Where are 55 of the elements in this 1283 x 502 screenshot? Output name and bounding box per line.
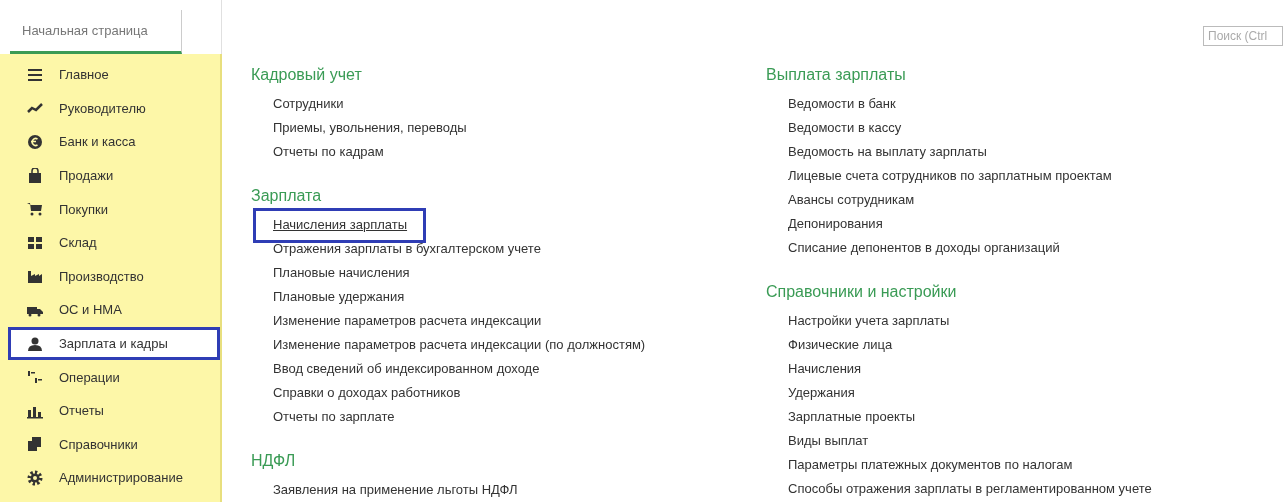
factory-icon [27,268,43,285]
section-heading: Зарплата [251,186,322,206]
menu-link[interactable]: Способы отражения зарплаты в регламентированном учете [788,477,1152,501]
menu-icon [27,66,43,83]
menu-link[interactable]: Ведомости в банк [788,92,896,116]
menu-link[interactable]: Плановые удержания [273,285,405,309]
menu-link[interactable]: Ввод сведений об индексированном доходе [273,357,540,381]
person-icon [27,335,43,352]
sidebar-item[interactable]: Справочники [8,427,212,462]
menu-link[interactable]: Физические лица [788,333,893,357]
sidebar-item[interactable]: Зарплата и кадры [8,326,220,361]
section-heading: НДФЛ [251,451,296,471]
menu-link[interactable]: Приемы, увольнения, переводы [273,116,467,140]
menu-link[interactable]: Виды выплат [788,429,869,453]
menu-link[interactable]: Ведомости в кассу [788,116,902,140]
section-heading: Кадровый учет [251,65,362,85]
menu-link[interactable]: Изменение параметров расчета индексации [273,309,542,333]
menu-link[interactable]: Ведомость на выплату зарплаты [788,140,987,164]
menu-link[interactable]: Отчеты по кадрам [273,140,384,164]
menu-link[interactable]: Начисления [788,357,862,381]
cart-icon [27,201,43,218]
menu-link[interactable]: Заявления на применение льготы НДФЛ [273,478,518,502]
menu-link[interactable]: Зарплатные проекты [788,405,916,429]
stack-icon [27,436,43,453]
section-heading: Выплата зарплаты [766,65,906,85]
menu-link[interactable]: Лицевые счета сотрудников по зарплатным проектам [788,164,1112,188]
menu-link[interactable]: Списание депонентов в доходы организаций [788,236,1060,260]
sidebar-item[interactable]: Главное [8,58,212,92]
settings-icon [27,469,43,486]
menu-link[interactable]: Настройки учета зарплаты [788,309,950,333]
sidebar-item[interactable]: Продажи [8,158,212,193]
sidebar-item[interactable]: Покупки [8,192,212,226]
menu-link[interactable]: Удержания [788,381,855,405]
menu-link[interactable]: Начисления зарплаты [253,207,427,243]
menu-link[interactable]: Сотрудники [273,92,344,116]
sidebar-item[interactable]: Отчеты [8,393,212,428]
sidebar-item[interactable]: Администрирование [8,461,212,495]
menu-link[interactable]: Авансы сотрудникам [788,188,915,212]
grid-icon [27,234,43,251]
coin-icon [27,134,43,150]
sidebar-item[interactable]: Производство [8,259,212,294]
sidebar-item[interactable]: Операции [8,360,212,394]
sidebar-item[interactable]: ОС и НМА [8,293,212,327]
sidebar-item[interactable]: Склад [8,225,212,260]
sidebar-item[interactable]: Банк и касса [8,125,212,159]
menu-link[interactable]: Депонирования [788,212,883,236]
section-heading: Справочники и настройки [766,282,957,302]
menu-link[interactable]: Отчеты по зарплате [273,405,395,429]
menu-link[interactable]: Параметры платежных документов по налогам [788,453,1073,477]
search-field[interactable]: Поиск (Ctrl [1203,26,1283,46]
home-tab[interactable]: Начальная страница [10,10,182,54]
menu-link[interactable]: Плановые начисления [273,261,410,285]
menu-link[interactable]: Справки о доходах работников [273,381,461,405]
sidebar-item[interactable]: Руководителю [8,91,212,126]
menu-link[interactable]: Изменение параметров расчета индексации (по должностям) [273,333,646,357]
